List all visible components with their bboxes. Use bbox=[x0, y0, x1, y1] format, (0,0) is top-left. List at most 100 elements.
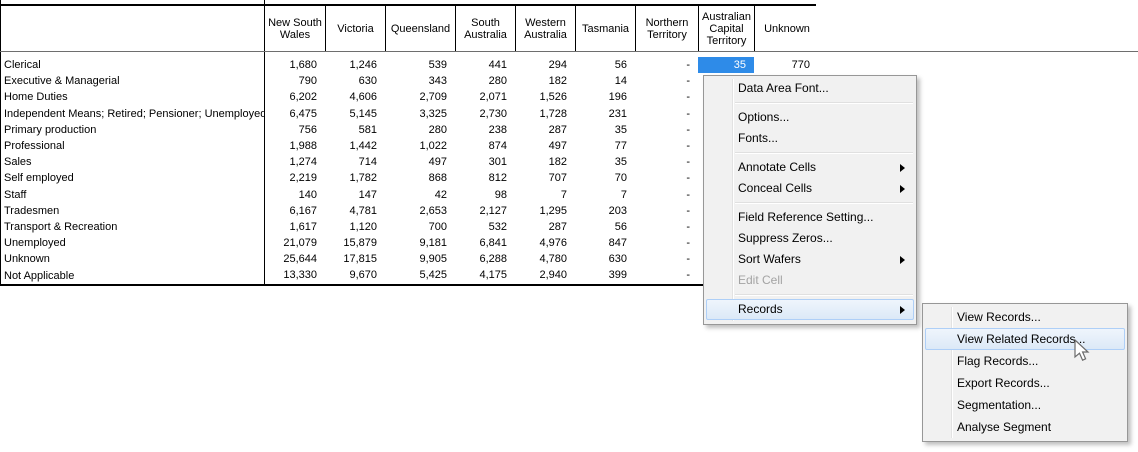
data-cell[interactable]: 1,680 bbox=[264, 57, 325, 73]
menu-item-data-area-font[interactable]: Data Area Font... bbox=[706, 78, 914, 99]
data-cell[interactable]: 4,976 bbox=[515, 235, 575, 251]
data-cell[interactable]: - bbox=[635, 138, 698, 154]
data-cell[interactable]: 9,181 bbox=[385, 235, 455, 251]
data-cell[interactable]: 2,653 bbox=[385, 203, 455, 219]
menu-item-fonts[interactable]: Fonts... bbox=[706, 128, 914, 149]
data-cell[interactable]: 6,167 bbox=[264, 203, 325, 219]
column-header[interactable]: Australian Capital Territory bbox=[699, 6, 755, 51]
data-cell[interactable]: 203 bbox=[575, 203, 635, 219]
data-cell[interactable]: - bbox=[635, 235, 698, 251]
menu-item-options[interactable]: Options... bbox=[706, 107, 914, 128]
row-label[interactable]: Staff bbox=[0, 189, 264, 201]
data-cell[interactable]: - bbox=[635, 203, 698, 219]
data-cell[interactable]: 2,709 bbox=[385, 89, 455, 105]
data-cell[interactable]: 287 bbox=[515, 122, 575, 138]
data-cell[interactable]: 4,780 bbox=[515, 251, 575, 267]
data-cell[interactable]: 35 bbox=[575, 122, 635, 138]
data-cell[interactable]: 25,644 bbox=[264, 251, 325, 267]
row-label[interactable]: Primary production bbox=[0, 124, 264, 136]
selected-cell[interactable]: 35 bbox=[698, 57, 754, 73]
data-cell[interactable]: 238 bbox=[455, 122, 515, 138]
column-header[interactable]: Queensland bbox=[386, 6, 456, 51]
data-cell[interactable]: - bbox=[635, 154, 698, 170]
data-cell[interactable]: 1,022 bbox=[385, 138, 455, 154]
data-cell[interactable]: 532 bbox=[455, 219, 515, 235]
data-cell[interactable]: 714 bbox=[325, 154, 385, 170]
data-cell[interactable]: 1,442 bbox=[325, 138, 385, 154]
data-cell[interactable]: 182 bbox=[515, 73, 575, 89]
submenu-item-analyse-segment[interactable]: Analyse Segment bbox=[925, 416, 1125, 438]
data-cell[interactable]: 1,728 bbox=[515, 106, 575, 122]
data-cell[interactable]: 2,127 bbox=[455, 203, 515, 219]
data-cell[interactable]: 4,175 bbox=[455, 267, 515, 283]
data-cell[interactable]: - bbox=[635, 219, 698, 235]
data-cell[interactable]: 6,288 bbox=[455, 251, 515, 267]
data-cell[interactable]: 280 bbox=[385, 122, 455, 138]
menu-item-field-reference-setting[interactable]: Field Reference Setting... bbox=[706, 207, 914, 228]
row-label[interactable]: Transport & Recreation bbox=[0, 221, 264, 233]
data-cell[interactable]: 1,274 bbox=[264, 154, 325, 170]
column-header[interactable]: Tasmania bbox=[576, 6, 636, 51]
submenu-item-flag-records[interactable]: Flag Records... bbox=[925, 350, 1125, 372]
menu-item-suppress-zeros[interactable]: Suppress Zeros... bbox=[706, 228, 914, 249]
menu-item-records[interactable]: Records bbox=[706, 299, 914, 320]
data-cell[interactable]: 847 bbox=[575, 235, 635, 251]
data-cell[interactable]: 1,526 bbox=[515, 89, 575, 105]
data-cell[interactable]: 497 bbox=[385, 154, 455, 170]
data-cell[interactable]: 7 bbox=[575, 187, 635, 203]
data-cell[interactable]: 770 bbox=[754, 57, 818, 73]
data-cell[interactable]: 70 bbox=[575, 170, 635, 186]
data-cell[interactable]: 539 bbox=[385, 57, 455, 73]
submenu-item-export-records[interactable]: Export Records... bbox=[925, 372, 1125, 394]
data-cell[interactable]: 399 bbox=[575, 267, 635, 283]
data-cell[interactable]: 1,246 bbox=[325, 57, 385, 73]
data-cell[interactable]: - bbox=[635, 251, 698, 267]
data-cell[interactable]: 497 bbox=[515, 138, 575, 154]
data-cell[interactable]: - bbox=[635, 106, 698, 122]
data-cell[interactable]: 147 bbox=[325, 187, 385, 203]
row-label[interactable]: Sales bbox=[0, 156, 264, 168]
data-cell[interactable]: 343 bbox=[385, 73, 455, 89]
data-cell[interactable]: 56 bbox=[575, 219, 635, 235]
data-cell[interactable]: 1,120 bbox=[325, 219, 385, 235]
row-label[interactable]: Self employed bbox=[0, 172, 264, 184]
data-cell[interactable]: 2,940 bbox=[515, 267, 575, 283]
data-cell[interactable]: 812 bbox=[455, 170, 515, 186]
column-header[interactable]: Victoria bbox=[326, 6, 386, 51]
data-cell[interactable]: 9,670 bbox=[325, 267, 385, 283]
data-cell[interactable]: 280 bbox=[455, 73, 515, 89]
column-header[interactable]: Unknown bbox=[755, 6, 819, 51]
data-cell[interactable]: 581 bbox=[325, 122, 385, 138]
column-header[interactable]: South Australia bbox=[456, 6, 516, 51]
data-cell[interactable]: 13,330 bbox=[264, 267, 325, 283]
data-cell[interactable]: - bbox=[635, 73, 698, 89]
data-cell[interactable]: 700 bbox=[385, 219, 455, 235]
row-label[interactable]: Executive & Managerial bbox=[0, 75, 264, 87]
data-cell[interactable]: 2,730 bbox=[455, 106, 515, 122]
data-cell[interactable]: 5,425 bbox=[385, 267, 455, 283]
data-cell[interactable]: 140 bbox=[264, 187, 325, 203]
data-cell[interactable]: 4,781 bbox=[325, 203, 385, 219]
row-label[interactable]: Independent Means; Retired; Pensioner; U… bbox=[0, 108, 264, 120]
submenu-item-view-records[interactable]: View Records... bbox=[925, 306, 1125, 328]
data-cell[interactable]: 3,325 bbox=[385, 106, 455, 122]
data-cell[interactable]: 14 bbox=[575, 73, 635, 89]
data-cell[interactable]: 98 bbox=[455, 187, 515, 203]
data-cell[interactable]: 1,295 bbox=[515, 203, 575, 219]
data-cell[interactable]: 1,782 bbox=[325, 170, 385, 186]
data-cell[interactable]: 2,219 bbox=[264, 170, 325, 186]
column-header[interactable]: Western Australia bbox=[516, 6, 576, 51]
menu-item-annotate-cells[interactable]: Annotate Cells bbox=[706, 157, 914, 178]
data-cell[interactable]: 630 bbox=[575, 251, 635, 267]
data-cell[interactable]: 56 bbox=[575, 57, 635, 73]
row-label[interactable]: Unknown bbox=[0, 253, 264, 265]
row-label[interactable]: Clerical bbox=[0, 59, 264, 71]
data-cell[interactable]: - bbox=[635, 170, 698, 186]
data-cell[interactable]: - bbox=[635, 89, 698, 105]
data-cell[interactable]: - bbox=[635, 187, 698, 203]
data-cell[interactable]: 77 bbox=[575, 138, 635, 154]
data-cell[interactable]: 1,617 bbox=[264, 219, 325, 235]
row-label[interactable]: Home Duties bbox=[0, 91, 264, 103]
data-cell[interactable]: 42 bbox=[385, 187, 455, 203]
data-cell[interactable]: 35 bbox=[575, 154, 635, 170]
